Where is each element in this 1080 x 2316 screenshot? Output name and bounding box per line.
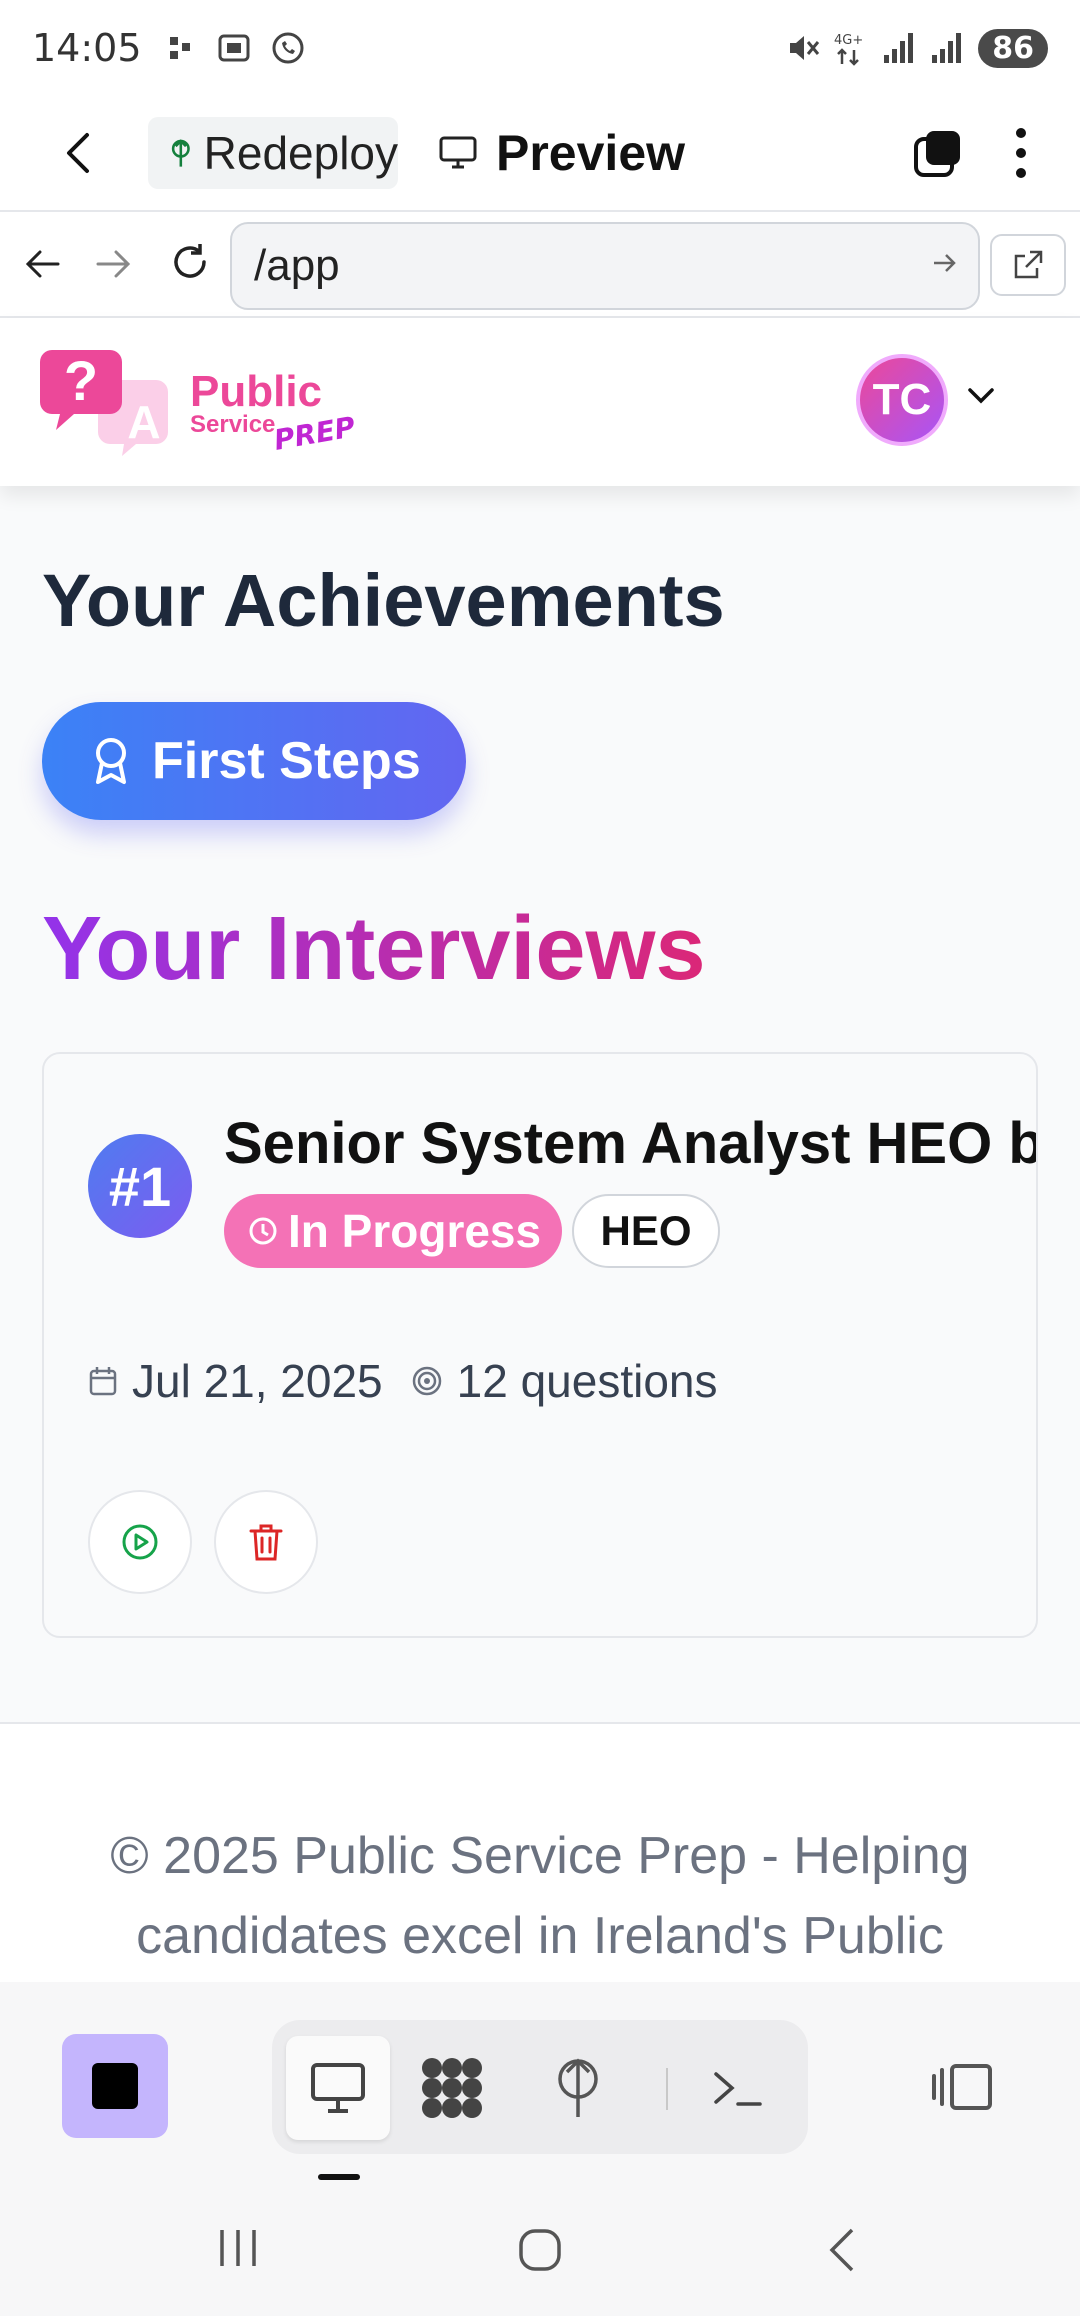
arrow-right-icon — [96, 250, 131, 278]
back-button[interactable] — [52, 127, 104, 179]
achievements-heading: Your Achievements — [42, 559, 725, 642]
question-count: 12 questions — [456, 1355, 718, 1407]
whatsapp-icon — [272, 32, 304, 64]
signal-icon — [932, 33, 962, 63]
chevron-down-icon[interactable] — [966, 386, 996, 406]
user-avatar[interactable]: TC — [856, 354, 948, 446]
nav-back-button[interactable] — [20, 242, 64, 286]
tab-terminal-view[interactable] — [686, 2036, 790, 2140]
monitor-icon — [311, 2063, 365, 2113]
device-rotate-icon[interactable] — [930, 2062, 994, 2112]
preview-label: Preview — [496, 125, 686, 181]
stop-icon — [92, 2063, 138, 2109]
go-arrow-icon[interactable] — [930, 248, 960, 278]
interview-date: Jul 21, 2025 — [132, 1355, 383, 1407]
logo-graphic: ? A Public Service PREP — [40, 349, 358, 457]
view-switcher — [272, 2020, 808, 2154]
interview-title: Senior System Analyst HEO b — [224, 1111, 1038, 1176]
app-logo[interactable]: ? A Public Service PREP — [40, 348, 360, 458]
svg-text:4G+: 4G+ — [834, 33, 863, 48]
battery-indicator: 86 — [978, 28, 1048, 68]
deploy-icon — [171, 139, 190, 167]
interview-meta: Jul 21, 2025 12 questions — [88, 1354, 718, 1408]
recent-apps-icon[interactable] — [216, 2228, 260, 2268]
clock-icon — [249, 1217, 277, 1245]
calendar-icon — [89, 1367, 117, 1396]
target-icon — [412, 1366, 441, 1396]
bottom-toolbar — [0, 1982, 1080, 2182]
arrow-left-icon — [25, 250, 60, 278]
nav-forward-button[interactable] — [92, 242, 136, 286]
tab-apps-view[interactable] — [400, 2036, 504, 2140]
logo-question-mark: ? — [64, 349, 98, 412]
url-input[interactable]: /app — [230, 222, 980, 310]
deploy-icon — [558, 2058, 598, 2117]
notification-icon — [169, 37, 190, 59]
window-switcher-icon[interactable] — [912, 127, 964, 179]
logo-text-service: Service — [190, 411, 275, 438]
delete-interview-button[interactable] — [214, 1490, 318, 1594]
tab-label: Redeploy — [203, 127, 398, 179]
stop-button[interactable] — [62, 2034, 168, 2138]
tab-deploy-view[interactable] — [526, 2036, 630, 2140]
tab-redeploy[interactable]: Redeploy — [148, 117, 398, 189]
status-bar: 14:05 4G+ 86 — [0, 0, 1080, 96]
footer-text: © 2025 Public Service Prep - Helping can… — [110, 1827, 970, 1965]
badge-label: First Steps — [152, 732, 421, 790]
grade-badge: HEO — [572, 1194, 720, 1268]
interview-card[interactable]: #1 Senior System Analyst HEO b In Progre… — [42, 1052, 1038, 1638]
status-time: 14:05 — [32, 26, 142, 70]
4g-icon: 4G+ — [834, 33, 864, 66]
award-icon — [96, 738, 126, 784]
reload-button[interactable] — [168, 240, 212, 284]
chevron-left-icon — [67, 133, 89, 173]
grid-blobs-icon — [422, 2058, 482, 2118]
play-icon — [122, 1524, 158, 1560]
terminal-icon — [714, 2072, 762, 2106]
open-external-button[interactable] — [990, 234, 1066, 296]
logo-letter-a: A — [127, 396, 160, 448]
active-tab-indicator — [318, 2174, 360, 2180]
browser-tab-bar: Redeploy Preview — [0, 96, 1080, 212]
mute-icon — [790, 36, 820, 60]
trash-icon — [249, 1524, 283, 1561]
toolbar-divider — [666, 2068, 668, 2110]
tab-preview[interactable]: Preview — [438, 124, 685, 182]
interviews-heading: Your Interviews — [42, 899, 706, 999]
page-footer: © 2025 Public Service Prep - Helping can… — [0, 1722, 1080, 1982]
home-icon[interactable] — [518, 2228, 562, 2272]
back-nav-icon[interactable] — [826, 2228, 856, 2272]
system-nav-bar — [0, 2182, 1080, 2316]
signal-icon — [884, 33, 914, 63]
monitor-icon — [439, 136, 477, 169]
achievement-badge-first-steps[interactable]: First Steps — [42, 702, 466, 820]
more-menu-button[interactable] — [1014, 128, 1028, 178]
tab-preview-view[interactable] — [286, 2036, 390, 2140]
play-interview-button[interactable] — [88, 1490, 192, 1594]
status-badge: In Progress — [224, 1194, 562, 1268]
external-link-icon — [1014, 250, 1043, 279]
logo-text-prep: PREP — [271, 410, 358, 457]
status-label: In Progress — [288, 1205, 542, 1257]
interview-number-badge: #1 — [88, 1134, 192, 1238]
address-bar-row: /app — [0, 212, 1080, 318]
url-text: /app — [254, 241, 340, 290]
logo-text-public: Public — [190, 367, 322, 416]
app-header: ? A Public Service PREP TC — [0, 318, 1080, 486]
screenshot-icon — [218, 34, 250, 62]
reload-icon — [174, 244, 206, 278]
